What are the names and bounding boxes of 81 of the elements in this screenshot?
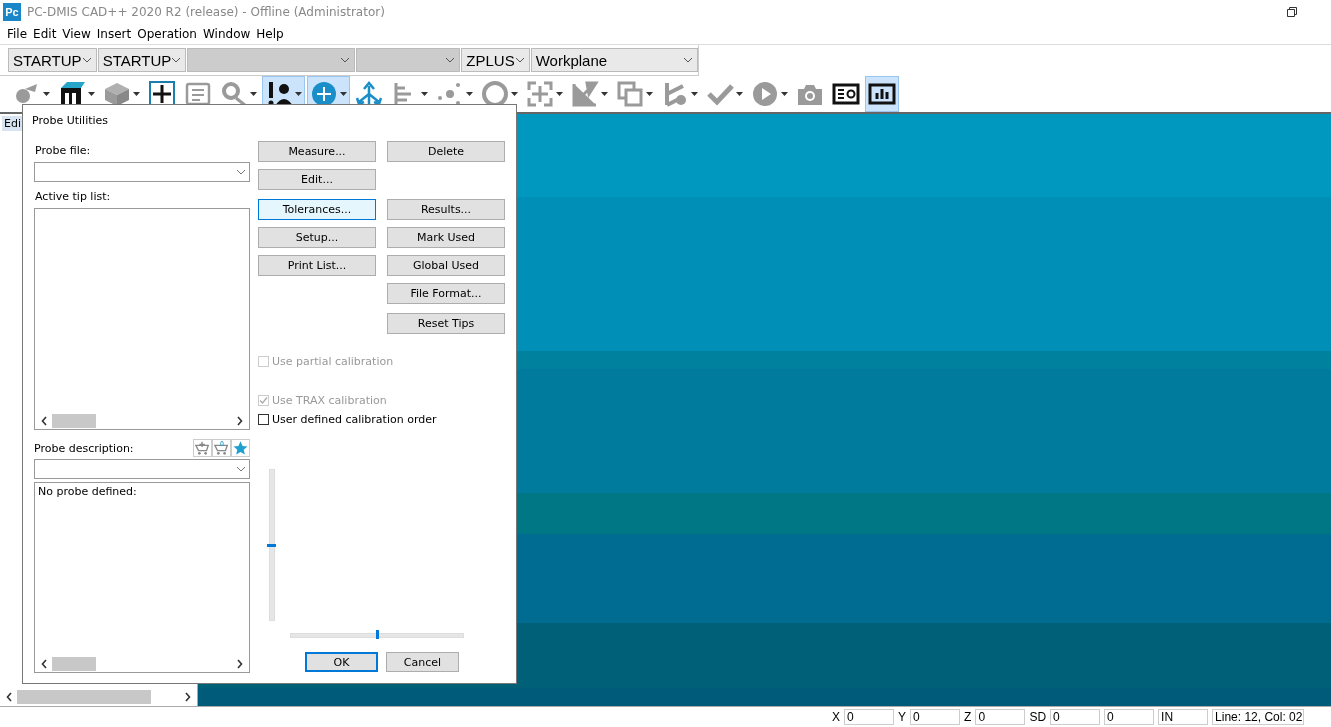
dialog-button[interactable]: File Format... (387, 283, 505, 304)
caret-icon[interactable] (250, 92, 257, 96)
menu-item[interactable]: Window (199, 27, 254, 41)
scroll-left-icon[interactable] (41, 416, 48, 426)
caret-icon[interactable] (421, 92, 428, 96)
status-field: 0 (844, 708, 894, 725)
star-icon[interactable] (231, 439, 250, 457)
status-field: Line: 12, Col: 02 (1212, 708, 1305, 725)
dialog-button[interactable]: Delete (387, 141, 505, 162)
toolbar-dropdown[interactable]: STARTUP (8, 48, 97, 72)
caret-icon[interactable] (466, 92, 473, 96)
chevron-down-icon[interactable] (683, 57, 693, 63)
status-field: 0 (910, 708, 961, 725)
caret-icon[interactable] (295, 92, 302, 96)
checkbox-box[interactable] (258, 414, 269, 425)
coordinate-label: SD (1029, 709, 1047, 724)
vertical-slider[interactable] (269, 469, 275, 621)
menu-item[interactable]: Help (253, 27, 287, 41)
chevron-down-icon[interactable] (514, 57, 525, 63)
dialog-button[interactable]: Results... (387, 199, 505, 220)
caret-icon[interactable] (340, 92, 347, 96)
dialog-button[interactable]: Global Used (387, 255, 505, 276)
menu-item[interactable]: Insert (93, 27, 135, 41)
caret-icon[interactable] (601, 92, 608, 96)
chevron-down-icon[interactable] (171, 57, 182, 63)
toolbar-dropdown[interactable]: STARTUP (97, 48, 187, 72)
status-field: 0 (1104, 708, 1155, 725)
dialog-button[interactable]: Mark Used (387, 227, 505, 248)
chevron-down-icon[interactable] (236, 169, 246, 175)
dialog-title: Probe Utilities (32, 114, 109, 127)
dialog-button[interactable]: Edit... (258, 169, 376, 190)
scroll-right-icon[interactable] (236, 659, 243, 669)
ok-button[interactable]: OK (305, 652, 378, 672)
scroll-right-icon[interactable] (236, 416, 243, 426)
slider-thumb[interactable] (267, 543, 276, 547)
caret-icon[interactable] (511, 92, 518, 96)
caret-icon[interactable] (133, 92, 140, 96)
status-field: 0 (1050, 708, 1101, 725)
scroll-right-icon[interactable] (184, 692, 191, 702)
field-label: Probe file: (35, 144, 92, 158)
menu-item[interactable]: Operation (134, 27, 200, 41)
restore-icon[interactable] (1287, 7, 1297, 17)
coordinate-label: Z (964, 709, 972, 724)
horizontal-slider[interactable] (290, 633, 464, 638)
caret-icon[interactable] (556, 92, 563, 96)
chevron-down-icon[interactable] (81, 57, 92, 63)
dialog-button[interactable]: Setup... (258, 227, 376, 248)
cart-add-icon[interactable] (193, 439, 212, 457)
caret-icon[interactable] (88, 92, 95, 96)
caret-icon[interactable] (781, 92, 788, 96)
checkbox[interactable]: User defined calibration order (258, 410, 505, 429)
cancel-button[interactable]: Cancel (386, 652, 459, 672)
status-field: IN (1158, 708, 1209, 725)
cart-icon[interactable] (212, 439, 231, 457)
caret-icon[interactable] (646, 92, 653, 96)
dialog-button[interactable]: Measure... (258, 141, 376, 162)
dialog-button[interactable]: Reset Tips (387, 313, 505, 334)
scroll-left-icon[interactable] (41, 659, 48, 669)
scroll-left-icon[interactable] (6, 692, 13, 702)
caret-icon[interactable] (736, 92, 743, 96)
dialog-button[interactable]: Print List... (258, 255, 376, 276)
field-label: Active tip list: (35, 190, 112, 204)
chevron-down-icon[interactable] (236, 466, 246, 472)
app-logo: Pc (3, 3, 21, 21)
menu-item[interactable]: Edit (30, 27, 60, 41)
status-field: 0 (975, 708, 1026, 725)
coordinate-label: X (832, 709, 840, 724)
toolbar-dropdown[interactable]: Workplane (530, 48, 698, 72)
toolbar-dropdown[interactable]: ZPLUS (461, 48, 530, 72)
slider-thumb[interactable] (375, 630, 379, 639)
caret-icon[interactable] (43, 92, 50, 96)
description-text: No probe defined: (38, 485, 137, 498)
description-dropdown[interactable] (34, 459, 250, 479)
probe-file-dropdown[interactable] (34, 162, 250, 182)
coordinate-label: Y (898, 709, 907, 724)
menu-item[interactable]: View (59, 27, 94, 41)
window-title: PC-DMIS CAD++ 2020 R2 (release) - Offline (Administrator) (27, 5, 386, 19)
field-label: Probe description: (34, 441, 134, 455)
menu-item[interactable]: File (4, 27, 31, 41)
dialog-button[interactable]: Tolerances... (258, 199, 376, 220)
caret-icon[interactable] (691, 92, 698, 96)
